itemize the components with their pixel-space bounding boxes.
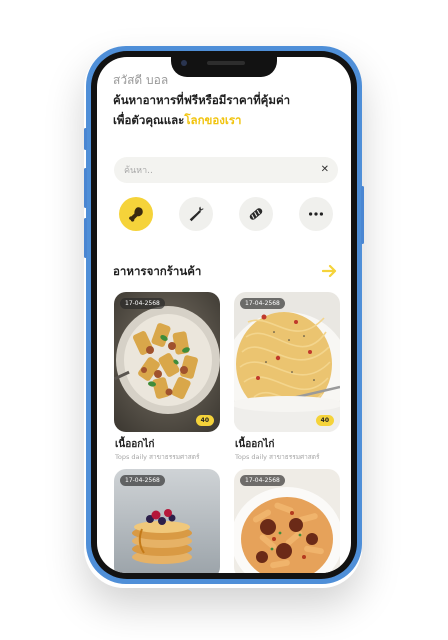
headline-highlight: โลกของเรา [184, 113, 242, 127]
greeting-text: สวัสดี บอล [113, 73, 169, 87]
food-card[interactable]: 17-04-2568 40 [234, 292, 340, 432]
see-all-arrow-icon[interactable] [321, 263, 338, 282]
headline-line-2: เพื่อตัวคุณและโลกของเรา [113, 110, 338, 130]
food-card[interactable]: 17-04-2568 [114, 469, 220, 573]
search-bar[interactable]: ค้นหา.. ✕ [114, 157, 338, 183]
category-chicken-button[interactable] [119, 197, 153, 231]
phone-volume-up-button [84, 168, 87, 208]
chicken-leg-icon [129, 207, 143, 222]
category-bakery-button[interactable] [239, 197, 273, 231]
food-card[interactable]: 17-04-2568 [234, 469, 340, 573]
food-image-spaghetti [234, 292, 340, 432]
phone-power-button [361, 186, 364, 244]
carrot-icon [189, 206, 204, 222]
clear-search-icon[interactable]: ✕ [321, 162, 329, 178]
card-date-badge: 17-04-2568 [240, 298, 285, 309]
section-title: อาหารจากร้านค้า [113, 264, 202, 278]
more-icon [308, 212, 324, 216]
phone-side-button [84, 128, 87, 150]
speaker-grill [207, 61, 245, 65]
card-date-badge: 17-04-2568 [120, 298, 165, 309]
card-count-badge: 40 [195, 415, 214, 426]
phone-notch [171, 51, 277, 77]
category-more-button[interactable] [299, 197, 333, 231]
camera-icon [181, 60, 187, 66]
card-subtitle: Tops daily สาขาธรรมศาสตร์ [235, 453, 320, 461]
card-date-badge: 17-04-2568 [240, 475, 285, 486]
food-image-rigatoni [114, 292, 220, 432]
category-vegetable-button[interactable] [179, 197, 213, 231]
card-count-badge: 40 [315, 415, 334, 426]
card-title[interactable]: เนื้ออกไก่ [115, 437, 154, 452]
bread-icon [249, 208, 263, 220]
headline-prefix: เพื่อตัวคุณและ [113, 113, 185, 127]
food-card[interactable]: 17-04-2568 40 [114, 292, 220, 432]
headline-line-1: ค้นหาอาหารที่ฟรีหรือมีราคาที่คุ้มค่า [113, 93, 291, 107]
search-input[interactable]: ค้นหา.. [124, 163, 153, 177]
app-screen: สวัสดี บอล ค้นหาอาหารที่ฟรีหรือมีราคาที่… [97, 57, 351, 573]
headline: ค้นหาอาหารที่ฟรีหรือมีราคาที่คุ้มค่า เพื… [113, 90, 338, 130]
card-title[interactable]: เนื้ออกไก่ [235, 437, 274, 452]
phone-volume-down-button [84, 218, 87, 258]
card-subtitle: Tops daily สาขาธรรมศาสตร์ [115, 453, 200, 461]
card-date-badge: 17-04-2568 [120, 475, 165, 486]
